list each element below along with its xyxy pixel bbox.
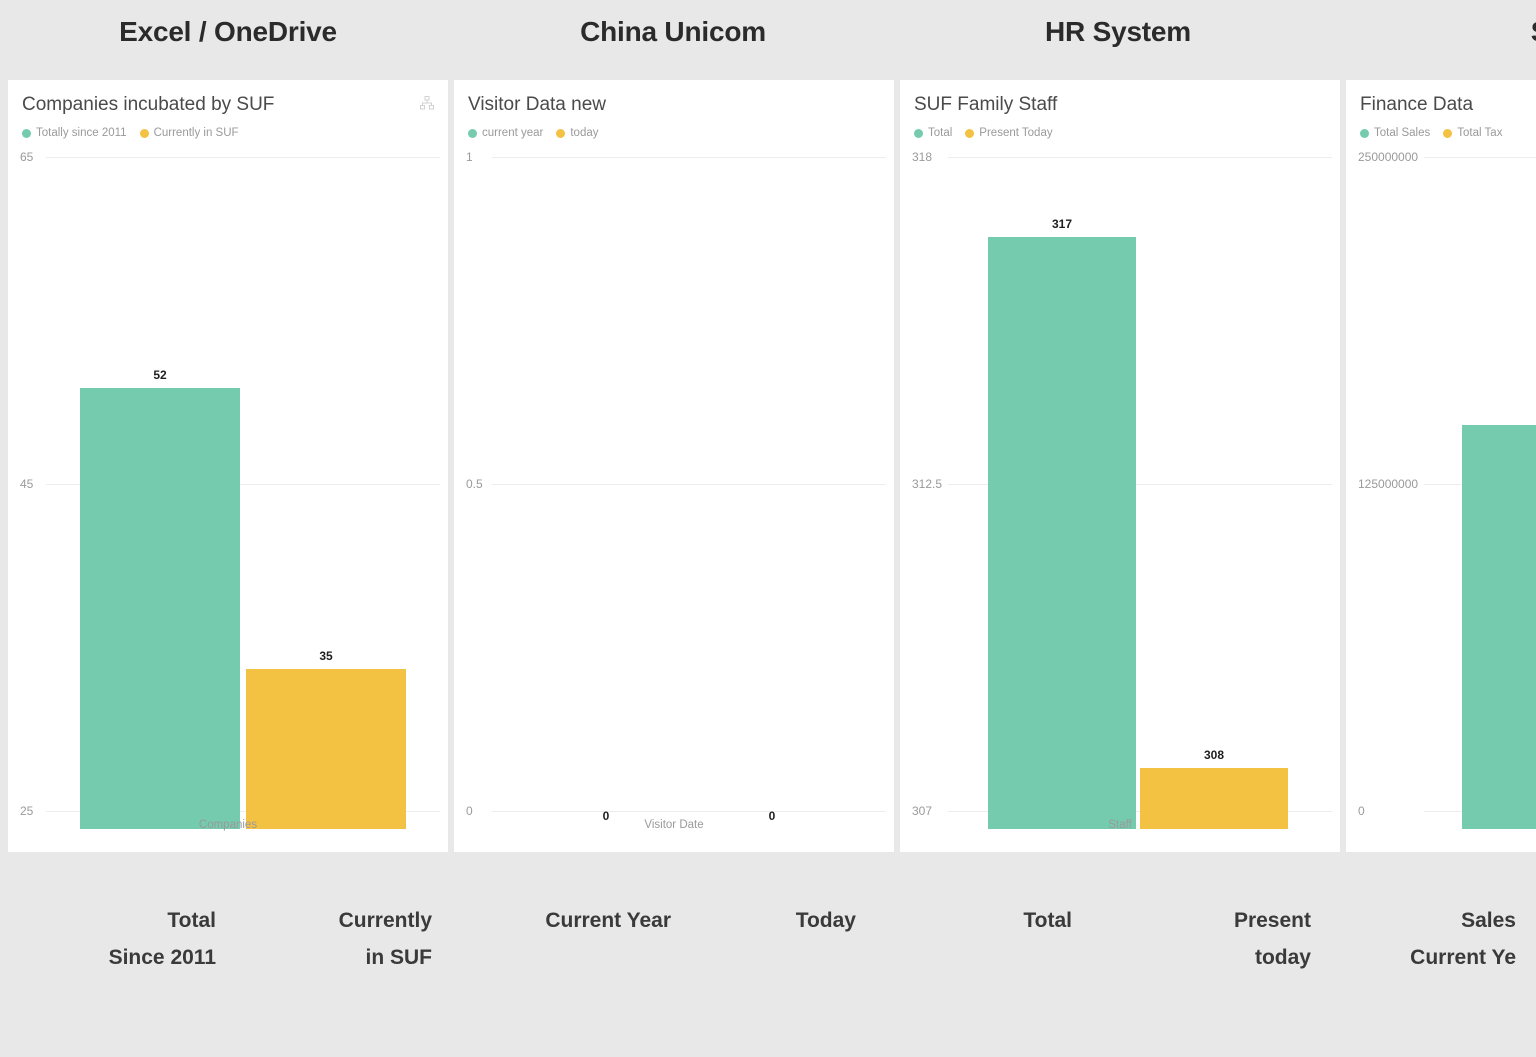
caption-line: today xyxy=(1254,946,1311,969)
section-title-bar: Excel / OneDriveChina UnicomHR SystemS xyxy=(0,0,1536,80)
y-axis-tick-label: 1 xyxy=(466,150,473,164)
legend-item[interactable]: Present Today xyxy=(965,127,1053,139)
chart-legend: Totally since 2011 Currently in SUF xyxy=(22,127,434,139)
bar-caption: Today xyxy=(796,902,856,939)
caption-line: Total xyxy=(167,909,216,932)
chart-card: Visitor Data new current year today 1 0.5 0 0 0… xyxy=(454,80,894,852)
org-chart-icon[interactable] xyxy=(420,96,434,110)
chart-legend: Total Present Today xyxy=(914,127,1326,139)
bar[interactable] xyxy=(988,237,1136,829)
chart-card: Finance Data Total Sales Total Tax 25000000… xyxy=(1346,80,1536,852)
bar-group: 52 35 xyxy=(8,175,448,829)
card-title: Visitor Data new xyxy=(468,94,606,115)
x-axis-label: Staff xyxy=(1108,819,1132,831)
legend-color-dot xyxy=(22,128,31,138)
bar-caption: Current Year xyxy=(545,902,671,939)
bar-value-label: 308 xyxy=(1203,748,1225,762)
legend-label: today xyxy=(570,127,599,139)
bar-group: 1540740 xyxy=(1346,175,1536,829)
bar-group: 317 308 xyxy=(900,175,1340,829)
bar-caption: Present today xyxy=(1234,902,1311,976)
legend-label: Currently in SUF xyxy=(153,127,239,139)
plot-area: 1 0.5 0 0 0 Visitor Date xyxy=(454,150,894,831)
card-title: Finance Data xyxy=(1360,94,1474,115)
card-header: SUF Family Staff Total Present Today xyxy=(900,80,1340,139)
legend-item[interactable]: Total Tax xyxy=(1443,127,1502,139)
legend-color-dot xyxy=(1360,128,1369,138)
gridline xyxy=(46,157,440,158)
legend-color-dot xyxy=(139,128,149,138)
legend-label: Present Today xyxy=(979,127,1053,139)
gridline xyxy=(948,157,1332,158)
legend-color-dot xyxy=(1443,128,1453,138)
legend-item[interactable]: today xyxy=(556,127,599,139)
section-title: S xyxy=(1240,16,1536,48)
chart-legend: Total Sales Total Tax xyxy=(1360,127,1536,139)
dashboard-cards: Companies incubated by SUF Totally since … xyxy=(0,80,1536,852)
caption-line: Since 2011 xyxy=(108,946,216,969)
legend-color-dot xyxy=(468,128,477,138)
caption-line: Today xyxy=(795,909,856,932)
caption-line: in SUF xyxy=(365,946,433,969)
caption-line: Currently xyxy=(338,909,432,932)
legend-label: Total Sales xyxy=(1374,127,1431,139)
caption-line: Sales xyxy=(1461,909,1516,932)
caption-line: Current Year xyxy=(545,909,671,932)
card-title: Companies incubated by SUF xyxy=(22,94,275,115)
chart-card: SUF Family Staff Total Present Today 318 312… xyxy=(900,80,1340,852)
caption-line: Current Ye xyxy=(1410,946,1516,969)
legend-color-dot xyxy=(914,128,923,138)
legend-item[interactable]: Total Sales xyxy=(1360,127,1430,139)
chart-legend: current year today xyxy=(468,127,880,139)
plot-area: 25000000012500000001540740 xyxy=(1346,150,1536,829)
legend-label: Total xyxy=(928,127,953,139)
y-axis-tick-label: 65 xyxy=(20,150,34,164)
caption-line: Total xyxy=(1023,909,1072,932)
legend-label: Totally since 2011 xyxy=(36,127,127,139)
legend-label: current year xyxy=(482,127,544,139)
caption-row: Total Since 2011 Currently in SUF Current Ye… xyxy=(0,852,1536,1057)
card-title: SUF Family Staff xyxy=(914,94,1058,115)
bar-value-label: 52 xyxy=(153,368,167,382)
gridline xyxy=(492,157,886,158)
card-header: Companies incubated by SUF Totally since … xyxy=(8,80,448,139)
card-header: Visitor Data new current year today xyxy=(454,80,894,139)
bar[interactable] xyxy=(1462,425,1536,829)
legend-item[interactable]: Currently in SUF xyxy=(139,127,239,139)
y-axis-tick-label: 318 xyxy=(912,150,933,164)
bar-group: 00 xyxy=(454,175,894,829)
bar[interactable] xyxy=(246,669,406,829)
bar-value-label: 317 xyxy=(1051,217,1073,231)
chart-card: Companies incubated by SUF Totally since … xyxy=(8,80,448,852)
bar[interactable] xyxy=(80,388,240,829)
plot-area: 65 45 25 52 35 Companies xyxy=(8,150,448,831)
x-axis-label: Visitor Date xyxy=(644,819,704,831)
legend-item[interactable]: current year xyxy=(468,127,543,139)
bar-caption: Total Since 2011 xyxy=(109,902,216,976)
y-axis-tick-label: 250000000 xyxy=(1358,150,1419,164)
plot-area: 318 312.5 307 317 308 Staff xyxy=(900,150,1340,831)
bar-caption: Currently in SUF xyxy=(339,902,432,976)
legend-item[interactable]: Totally since 2011 xyxy=(22,127,127,139)
legend-color-dot xyxy=(556,128,566,138)
card-header: Finance Data Total Sales Total Tax xyxy=(1346,80,1536,139)
bar-caption: Total xyxy=(1023,902,1072,939)
legend-item[interactable]: Total xyxy=(914,127,952,139)
caption-line: Present xyxy=(1233,909,1311,932)
legend-label: Total Tax xyxy=(1457,127,1503,139)
x-axis-label: Companies xyxy=(198,819,258,831)
bar-caption: Sales Current Ye xyxy=(1410,902,1516,976)
bar-value-label: 35 xyxy=(319,649,333,663)
gridline xyxy=(1424,157,1536,158)
legend-color-dot xyxy=(965,128,975,138)
